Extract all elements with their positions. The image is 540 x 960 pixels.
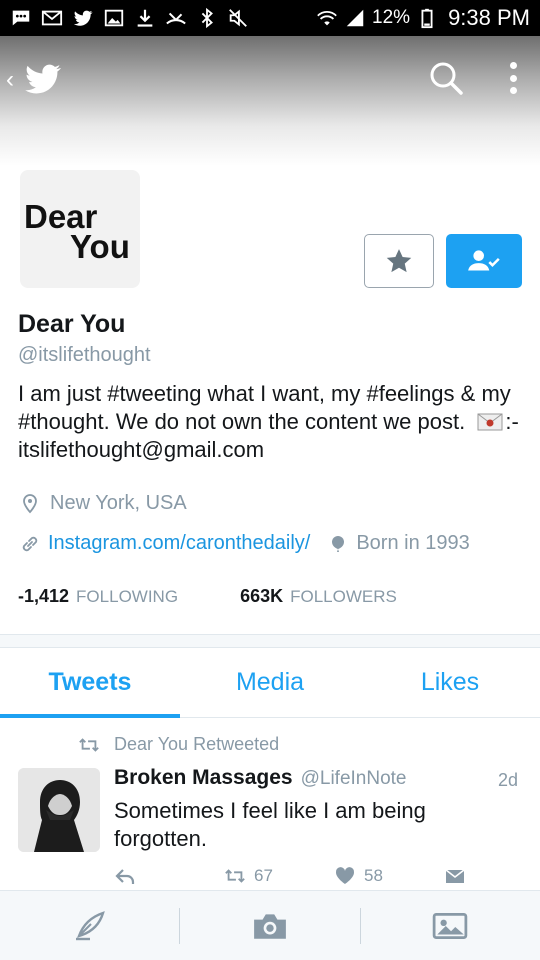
like-count: 58	[364, 866, 383, 885]
search-icon	[430, 62, 463, 95]
direct-message-button[interactable]	[444, 866, 466, 886]
favorite-button[interactable]	[364, 234, 434, 288]
twitter-icon	[72, 7, 94, 29]
tweet-author-handle[interactable]: @LifeInNote	[301, 768, 407, 790]
reply-icon	[115, 869, 135, 884]
twitter-bird-icon	[25, 64, 61, 94]
envelope-icon	[445, 869, 465, 883]
location-text: New York, USA	[50, 492, 187, 514]
tab-media[interactable]: Media	[180, 648, 360, 717]
mute-icon	[227, 7, 249, 29]
user-check-icon	[468, 250, 500, 271]
tweet-actions: 67 58	[114, 866, 474, 890]
tab-tweets[interactable]: Tweets	[0, 648, 180, 718]
bio-text: I am just #tweeting what I want, my #fee…	[18, 381, 511, 434]
retweet-context: Dear You Retweeted	[78, 734, 279, 755]
missed-call-icon	[165, 7, 187, 29]
retweet-icon	[79, 737, 99, 752]
following-label[interactable]: FOLLOWING	[76, 587, 178, 607]
photo-gallery-button[interactable]	[361, 891, 540, 960]
back-button[interactable]: ‹	[6, 60, 82, 100]
camera-button[interactable]	[180, 891, 359, 960]
like-button[interactable]: 58	[334, 866, 383, 886]
profile-avatar[interactable]: Dear You	[18, 168, 142, 290]
compose-tweet-button[interactable]	[0, 891, 179, 960]
tweet-author-name[interactable]: Broken Massages	[114, 766, 293, 790]
following-button[interactable]	[446, 234, 522, 288]
avatar-text-line2: You	[70, 228, 130, 265]
tweet-header: Broken Massages @LifeInNote	[114, 766, 407, 790]
link-icon	[20, 534, 40, 554]
photo-icon	[433, 912, 468, 939]
tweet-text: Sometimes I feel like I am being forgott…	[114, 798, 426, 851]
birth-year: Born in 1993	[356, 532, 470, 554]
messages-icon	[10, 7, 32, 29]
retweet-count: 67	[254, 866, 273, 885]
profile-name: Dear You	[18, 310, 126, 338]
wifi-icon	[316, 7, 338, 29]
compose-feather-icon	[75, 910, 105, 940]
search-button[interactable]	[428, 60, 464, 96]
retweet-button[interactable]: 67	[224, 866, 273, 886]
more-vertical-icon	[509, 62, 517, 69]
bluetooth-icon	[196, 7, 218, 29]
tweet-author-avatar[interactable]	[18, 768, 100, 852]
retweeted-by-text: Dear You Retweeted	[114, 734, 280, 754]
more-options-button[interactable]	[498, 58, 528, 98]
balloon-icon	[328, 534, 348, 554]
location-pin-icon	[23, 493, 37, 513]
followers-label[interactable]: FOLLOWERS	[290, 587, 397, 607]
tab-likes[interactable]: Likes	[360, 648, 540, 717]
profile-location: New York, USA	[20, 492, 187, 515]
heart-icon	[335, 867, 355, 884]
profile-links: Instagram.com/caronthedaily/ Born in 199…	[20, 532, 470, 555]
mail-icon	[41, 7, 63, 29]
retweet-action-icon	[225, 869, 245, 883]
tweet-timestamp: 2d	[498, 770, 519, 790]
image-icon	[103, 7, 125, 29]
envelope-emoji-icon	[477, 413, 503, 431]
clock: 9:38 PM	[448, 5, 530, 30]
profile-bio: I am just #tweeting what I want, my #fee…	[18, 380, 530, 464]
status-bar: 12% 9:38 PM	[0, 0, 540, 36]
section-divider	[0, 634, 540, 648]
profile-tabs: Tweets Media Likes	[0, 648, 540, 718]
camera-icon	[254, 913, 286, 939]
avatar-photo	[18, 768, 100, 852]
profile-url-link[interactable]: Instagram.com/caronthedaily/	[48, 532, 310, 555]
star-icon	[386, 249, 412, 273]
reply-button[interactable]	[114, 866, 136, 886]
compose-bar	[0, 890, 540, 960]
profile-handle: @itslifethought	[18, 344, 151, 366]
battery-icon	[416, 7, 438, 29]
download-icon	[134, 7, 156, 29]
signal-icon	[344, 7, 366, 29]
followers-count[interactable]: 663K	[240, 586, 283, 607]
following-count[interactable]: -1,412	[18, 586, 69, 607]
profile-stats: -1,412 FOLLOWING 663K FOLLOWERS	[18, 586, 397, 607]
battery-percent: 12%	[372, 7, 411, 28]
chevron-left-icon: ‹	[6, 66, 14, 93]
